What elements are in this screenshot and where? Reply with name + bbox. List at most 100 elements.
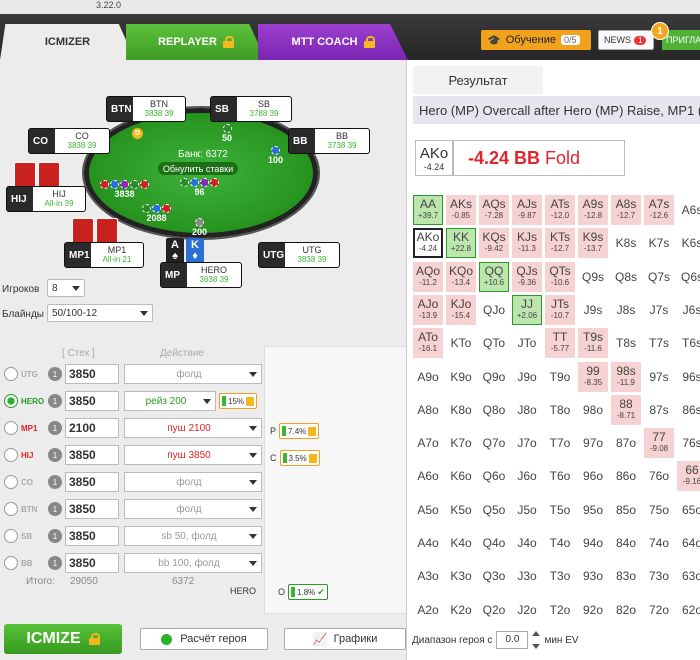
hand-cell[interactable]: 92o <box>578 595 608 625</box>
hand-cell[interactable]: Q4o <box>479 528 509 558</box>
action-select[interactable]: bb 100, фолд <box>124 553 262 573</box>
min-ev-input[interactable]: 0.0 <box>496 631 529 649</box>
range-hero[interactable]: О 1.8% ✔ <box>278 584 328 600</box>
hand-cell[interactable]: A3o <box>413 561 443 591</box>
hand-cell[interactable]: 98s -11.9 <box>611 361 641 392</box>
hand-cell[interactable]: K2o <box>446 595 476 625</box>
hand-cell[interactable]: A5o <box>413 495 443 525</box>
hand-cell[interactable]: A9s -12.8 <box>578 195 608 225</box>
hand-cell[interactable]: 88 -8.71 <box>611 394 641 425</box>
hero-radio[interactable] <box>4 448 18 462</box>
hand-cell[interactable]: K6o <box>446 461 476 491</box>
tab-icmizer[interactable]: ICMIZER <box>0 24 135 60</box>
arrow-up-icon[interactable] <box>532 631 541 636</box>
hand-cell[interactable]: Q8o <box>479 395 509 425</box>
news-button[interactable]: NEWS 1 <box>598 30 654 50</box>
hand-cell[interactable]: KQs -9.42 <box>479 228 509 259</box>
hand-cell[interactable]: T5o <box>545 495 575 525</box>
arrow-down-icon[interactable] <box>532 644 541 649</box>
action-select[interactable]: фолд <box>124 364 262 384</box>
stack-input[interactable]: 3850 <box>65 553 119 573</box>
seat-hij[interactable]: HIJ HIJ All-in 39 <box>6 186 86 212</box>
hand-cell[interactable]: Q7s <box>644 262 674 292</box>
hand-cell[interactable]: K9s -13.7 <box>578 228 608 259</box>
blinds-select[interactable]: 50/100-12 <box>47 304 153 322</box>
hand-cell[interactable]: QQ +10.6 <box>479 261 509 292</box>
range-hij[interactable]: С 3.5% <box>270 450 320 466</box>
hand-cell[interactable]: Q6s <box>677 262 700 292</box>
hand-cell[interactable]: K4o <box>446 528 476 558</box>
hand-cell[interactable]: Q2o <box>479 595 509 625</box>
player-count[interactable]: 1 <box>48 529 62 543</box>
hand-cell[interactable]: A6s <box>677 195 700 225</box>
hand-cell[interactable]: QJo <box>479 295 509 325</box>
hand-cell[interactable]: 97s <box>644 362 674 392</box>
hand-cell[interactable]: 65o <box>677 495 700 525</box>
tab-result[interactable]: Результат <box>413 66 543 94</box>
player-count[interactable]: 1 <box>48 502 62 516</box>
hand-cell[interactable]: T6s <box>677 328 700 358</box>
hand-cell[interactable]: Q9s <box>578 262 608 292</box>
stack-input[interactable]: 2100 <box>65 418 119 438</box>
hero-radio[interactable] <box>4 367 18 381</box>
hand-cell[interactable]: T2o <box>545 595 575 625</box>
hand-cell[interactable]: T4o <box>545 528 575 558</box>
player-count[interactable]: 1 <box>48 475 62 489</box>
hand-cell[interactable]: K7o <box>446 428 476 458</box>
range-mp1[interactable]: Р 7.4% <box>270 423 320 439</box>
hand-cell[interactable]: 87o <box>611 428 641 458</box>
hand-cell[interactable]: T9s -11.6 <box>578 328 608 359</box>
hand-cell[interactable]: QTo <box>479 328 509 358</box>
hero-calc-button[interactable]: Расчёт героя <box>140 628 268 650</box>
hand-cell[interactable]: K8s <box>611 228 641 258</box>
tab-replayer[interactable]: REPLAYER <box>126 24 266 60</box>
hand-cell[interactable]: A6o <box>413 461 443 491</box>
min-ev-stepper[interactable] <box>532 631 541 649</box>
hand-cell[interactable]: 85o <box>611 495 641 525</box>
hand-cell[interactable]: K6s <box>677 228 700 258</box>
seat-utg[interactable]: UTG UTG 3838 39 <box>258 242 340 268</box>
charts-button[interactable]: 📈 Графики <box>284 628 406 650</box>
hand-cell[interactable]: 93o <box>578 561 608 591</box>
hand-cell[interactable]: 74o <box>644 528 674 558</box>
player-count[interactable]: 1 <box>48 421 62 435</box>
hand-cell[interactable]: AKo -4.24 <box>413 228 443 259</box>
action-select[interactable]: пуш 2100 <box>124 418 262 438</box>
hand-cell[interactable]: J5o <box>512 495 542 525</box>
hand-cell[interactable]: 86o <box>611 461 641 491</box>
tab-mtt-coach[interactable]: MTT COACH <box>258 24 408 60</box>
hand-cell[interactable]: KTo <box>446 328 476 358</box>
seat-sb[interactable]: SB SB 3788 39 <box>210 96 292 122</box>
hand-cell[interactable]: J4o <box>512 528 542 558</box>
hand-cell[interactable]: Q5o <box>479 495 509 525</box>
hand-cell[interactable]: A9o <box>413 362 443 392</box>
icmize-button[interactable]: ICMIZE <box>4 624 122 654</box>
hand-cell[interactable]: A7o <box>413 428 443 458</box>
hand-cell[interactable]: Q3o <box>479 561 509 591</box>
hand-cell[interactable]: JJ +2.06 <box>512 294 542 325</box>
player-count[interactable]: 1 <box>48 448 62 462</box>
hand-cell[interactable]: JTs -10.7 <box>545 294 575 325</box>
hand-cell[interactable]: 76s <box>677 428 700 458</box>
hand-cell[interactable]: ATo -16.1 <box>413 328 443 359</box>
hand-cell[interactable]: 87s <box>644 395 674 425</box>
hand-cell[interactable]: 98o <box>578 395 608 425</box>
hand-cell[interactable]: KK +22.8 <box>446 228 476 259</box>
hand-cell[interactable]: JTo <box>512 328 542 358</box>
hand-cell[interactable]: 96s <box>677 362 700 392</box>
hero-range-pct[interactable]: 15% <box>219 393 258 409</box>
hero-radio[interactable] <box>4 529 18 543</box>
hand-cell[interactable]: Q9o <box>479 362 509 392</box>
hand-cell[interactable]: 96o <box>578 461 608 491</box>
player-count[interactable]: 1 <box>48 367 62 381</box>
stack-input[interactable]: 3850 <box>65 391 119 411</box>
stack-input[interactable]: 3850 <box>65 472 119 492</box>
hand-cell[interactable]: A8s -12.7 <box>611 195 641 225</box>
hand-cell[interactable]: 77 -9.08 <box>644 428 674 459</box>
hand-cell[interactable]: K5o <box>446 495 476 525</box>
hero-radio[interactable] <box>4 475 18 489</box>
hand-cell[interactable]: T6o <box>545 461 575 491</box>
seat-mp1[interactable]: MP1 MP1 All-in 21 <box>64 242 144 268</box>
hand-cell[interactable]: J9o <box>512 362 542 392</box>
hand-cell[interactable]: A2o <box>413 595 443 625</box>
